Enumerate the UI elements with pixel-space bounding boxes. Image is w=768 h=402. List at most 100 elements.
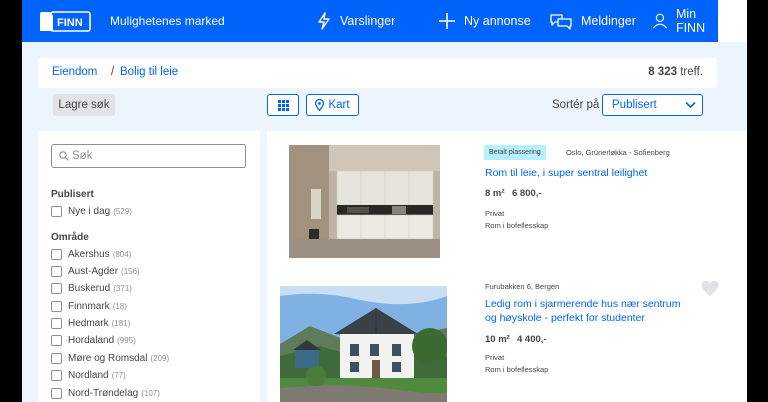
results-list: Betalt plassering Oslo, Grünerløkka - So… bbox=[267, 131, 747, 402]
listing-type: Rom i bofellesskap bbox=[485, 365, 549, 374]
filter-option-label: Hordaland bbox=[68, 334, 115, 346]
results-count-suffix: treff. bbox=[680, 66, 703, 78]
chat-icon bbox=[550, 14, 572, 30]
tagline: Mulighetenes marked bbox=[110, 14, 225, 28]
checkbox[interactable] bbox=[51, 205, 62, 217]
filter-section-omrade: Område bbox=[51, 232, 89, 243]
finn-logo[interactable]: FINN bbox=[39, 11, 91, 32]
filter-option-label: Nordland bbox=[68, 369, 109, 381]
filter-option-hordaland[interactable]: Hordaland (995) bbox=[51, 333, 136, 347]
filter-option-count: (77) bbox=[111, 370, 126, 380]
nav-varslinger-label: Varslinger bbox=[340, 14, 396, 28]
listing-size: 10 m² bbox=[485, 334, 510, 345]
filter-option-more-og-romsdal[interactable]: Møre og Romsdal (209) bbox=[51, 351, 169, 365]
filter-option-count: (804) bbox=[112, 249, 132, 259]
listing-title-line-2[interactable]: og høyskole - perfekt for studenter bbox=[485, 311, 645, 325]
results-count-number: 8 323 bbox=[648, 66, 677, 78]
filter-option-count: (371) bbox=[113, 283, 132, 293]
listing-photo-kitchen[interactable] bbox=[289, 145, 440, 258]
checkbox[interactable] bbox=[51, 352, 62, 364]
nav-meldinger[interactable]: Meldinger bbox=[549, 0, 636, 42]
filter-option-count: (181) bbox=[111, 318, 131, 328]
checkbox[interactable] bbox=[51, 282, 62, 294]
user-icon bbox=[652, 13, 668, 29]
heart-icon[interactable] bbox=[701, 281, 719, 297]
listing-location: Furubakken 6, Bergen bbox=[485, 282, 560, 291]
checkbox[interactable] bbox=[51, 317, 62, 329]
listing-card[interactable]: Furubakken 6, Bergen Ledig rom i sjarmer… bbox=[267, 272, 747, 402]
listing-photo-house[interactable] bbox=[280, 286, 447, 402]
nav-varslinger[interactable]: Varslinger bbox=[316, 0, 395, 42]
filter-option-label: Akershus bbox=[68, 248, 110, 260]
listing-price: 4 400,- bbox=[517, 334, 547, 345]
listing-card[interactable]: Betalt plassering Oslo, Grünerløkka - So… bbox=[267, 131, 747, 271]
filter-option-label: Buskerud bbox=[68, 282, 111, 294]
listing-location: Oslo, Grünerløkka - Sofienberg bbox=[566, 148, 670, 157]
filter-option-count: (209) bbox=[150, 353, 170, 363]
breadcrumb-bolig-til-leie[interactable]: Bolig til leie bbox=[120, 66, 178, 78]
filter-option-buskerud[interactable]: Buskerud (371) bbox=[51, 281, 132, 295]
filter-search-input[interactable]: Søk bbox=[51, 144, 246, 168]
nav-ny-annonse[interactable]: Ny annonse bbox=[438, 0, 531, 42]
listing-title[interactable]: Rom til leie, i super sentral leilighet bbox=[485, 166, 647, 180]
listing-type: Rom i bofellesskap bbox=[485, 221, 549, 230]
breadcrumb-eiendom[interactable]: Eiendom bbox=[52, 66, 97, 78]
map-pin-icon bbox=[315, 99, 325, 111]
filter-search-placeholder: Søk bbox=[72, 150, 93, 162]
filter-option-aust-agder[interactable]: Aust-Agder (156) bbox=[51, 264, 140, 278]
checkbox[interactable] bbox=[51, 369, 62, 381]
filter-option-nordland[interactable]: Nordland (77) bbox=[51, 368, 126, 382]
top-bar: FINN Mulighetenes marked Varslinger Ny a… bbox=[22, 0, 747, 42]
listing-seller: Privat bbox=[485, 209, 505, 218]
filter-option-nord-trondelag[interactable]: Nord-Trøndelag (107) bbox=[51, 386, 160, 400]
filter-option-nye-i-dag[interactable]: Nye i dag (529) bbox=[51, 204, 132, 218]
filter-option-count: (18) bbox=[112, 301, 127, 311]
filter-option-label: Møre og Romsdal bbox=[68, 352, 148, 364]
filter-option-label: Nye i dag bbox=[68, 205, 111, 217]
save-search-button[interactable]: Lagre søk bbox=[53, 94, 115, 116]
breadcrumb-separator: / bbox=[111, 66, 115, 78]
filter-section-publisert: Publisert bbox=[51, 189, 94, 200]
filter-panel: Søk Publisert Nye i dag (529) Område Ake… bbox=[38, 131, 260, 402]
svg-text:FINN: FINN bbox=[57, 17, 83, 29]
filter-option-hedmark[interactable]: Hedmark (181) bbox=[51, 316, 130, 330]
results-count: 8 323 treff. bbox=[648, 66, 703, 78]
checkbox[interactable] bbox=[51, 334, 62, 346]
grid-view-button[interactable] bbox=[267, 94, 299, 116]
filter-option-count: (107) bbox=[141, 388, 160, 398]
filter-option-count: (995) bbox=[117, 335, 136, 345]
listing-size: 8 m² bbox=[485, 188, 505, 199]
map-view-label: Kart bbox=[328, 99, 350, 111]
listing-price: 6 800,- bbox=[512, 188, 542, 199]
search-icon bbox=[59, 151, 69, 161]
breadcrumb: Eiendom / Bolig til leie 8 323 treff. bbox=[38, 58, 717, 88]
main-nav: Varslinger Ny annonse Meldinger Min FINN bbox=[298, 0, 718, 42]
filter-option-finnmark[interactable]: Finnmark (18) bbox=[51, 299, 127, 313]
checkbox[interactable] bbox=[51, 387, 62, 399]
map-view-button[interactable]: Kart bbox=[306, 94, 359, 116]
browser-viewport: FINN Mulighetenes marked Varslinger Ny a… bbox=[22, 0, 747, 402]
nav-ny-annonse-label: Ny annonse bbox=[464, 14, 531, 28]
filter-option-label: Finnmark bbox=[68, 300, 110, 312]
nav-min-finn[interactable]: Min FINN bbox=[652, 0, 718, 42]
filter-option-label: Nord-Trøndelag bbox=[68, 387, 139, 399]
sort-select[interactable]: Publisert bbox=[602, 94, 703, 116]
checkbox[interactable] bbox=[51, 248, 62, 260]
brand-block[interactable]: FINN Mulighetenes marked bbox=[22, 0, 298, 42]
filter-option-count: (156) bbox=[121, 266, 140, 276]
sort-selected-value: Publisert bbox=[612, 99, 657, 111]
filter-option-akershus[interactable]: Akershus (804) bbox=[51, 247, 131, 261]
filter-option-label: Hedmark bbox=[68, 317, 109, 329]
listing-title-line-1[interactable]: Ledig rom i sjarmerende hus nær sentrum bbox=[485, 297, 681, 311]
checkbox[interactable] bbox=[51, 265, 62, 277]
nav-meldinger-label: Meldinger bbox=[581, 14, 636, 28]
filter-option-label: Aust-Agder bbox=[68, 265, 119, 277]
nav-min-finn-label: Min FINN bbox=[675, 7, 706, 35]
chevron-down-icon bbox=[685, 101, 696, 109]
listing-seller: Privat bbox=[485, 353, 505, 362]
filter-option-count: (529) bbox=[113, 206, 132, 216]
plus-icon bbox=[439, 13, 455, 29]
checkbox[interactable] bbox=[51, 300, 62, 312]
bolt-icon bbox=[318, 12, 330, 30]
grid-icon bbox=[277, 99, 289, 111]
